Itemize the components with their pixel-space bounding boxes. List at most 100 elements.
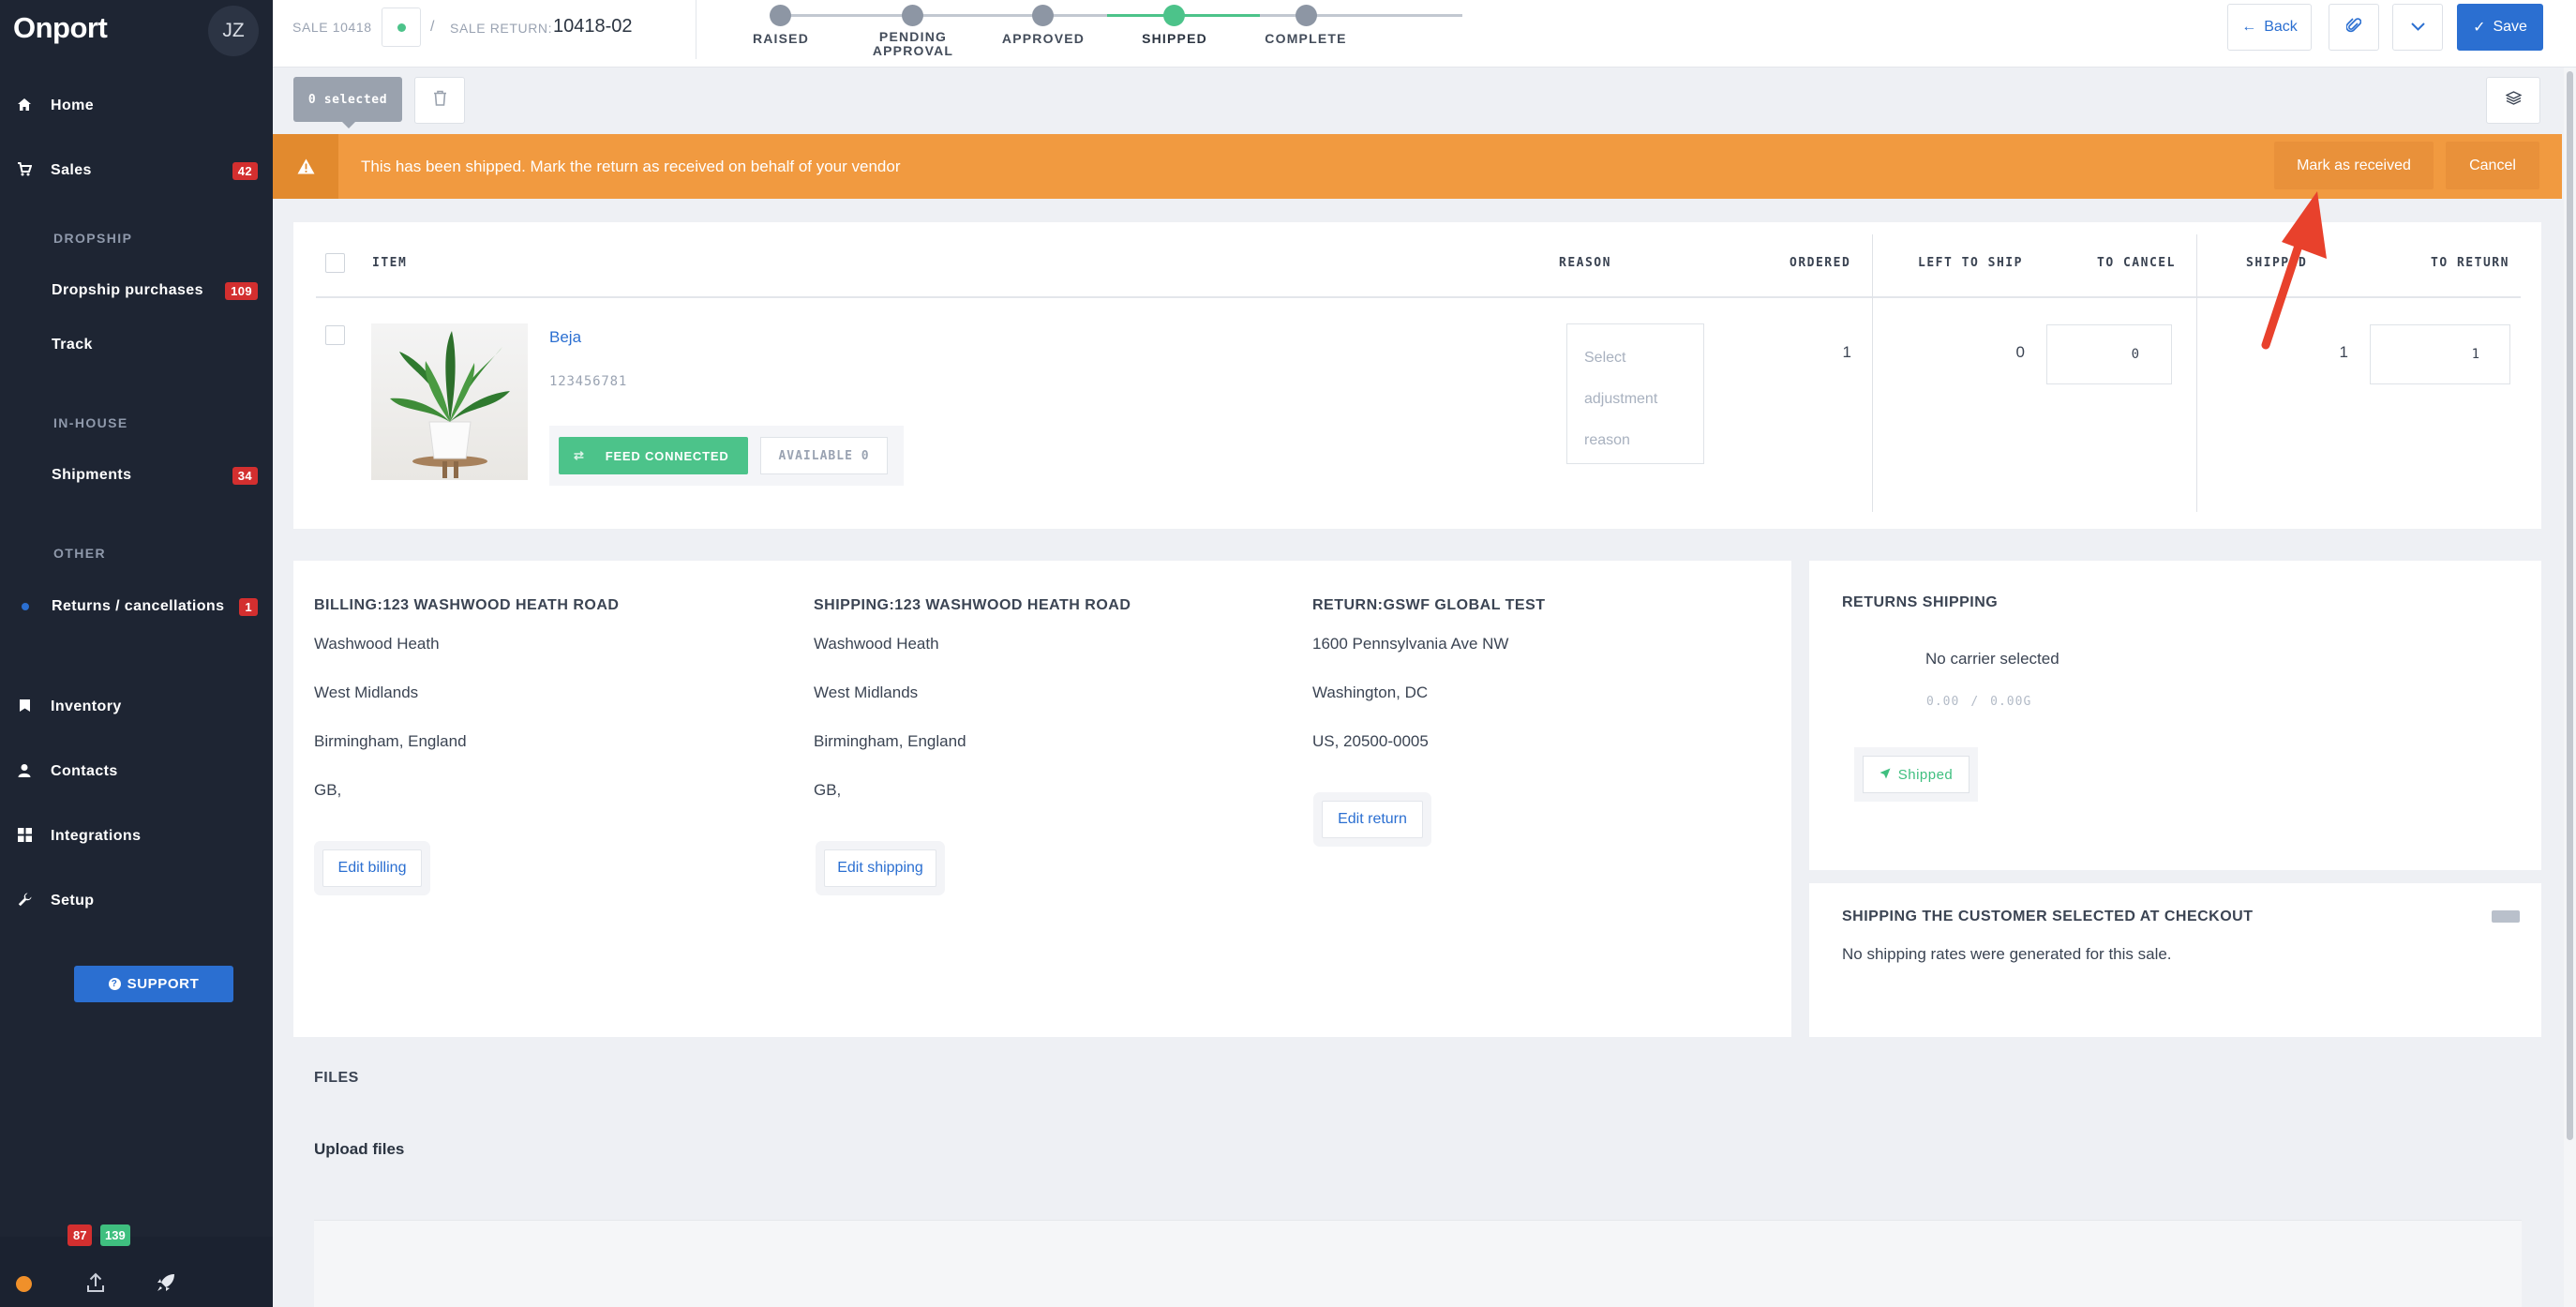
sidebar-item-setup[interactable]: Setup bbox=[0, 879, 273, 924]
cart-icon bbox=[17, 161, 33, 180]
sidebar-item-returns[interactable]: Returns / cancellations 1 bbox=[0, 584, 273, 629]
help-icon: ? bbox=[108, 978, 121, 990]
shipped-status-badge[interactable]: Shipped bbox=[1863, 756, 1969, 793]
to-return-input[interactable]: 1 bbox=[2370, 324, 2510, 384]
dropship-count-badge: 109 bbox=[225, 282, 258, 300]
sidebar-footer: 87 139 bbox=[0, 1224, 273, 1307]
reason-placeholder-line: reason bbox=[1584, 432, 1630, 448]
billing-address-line: West Midlands bbox=[314, 684, 419, 701]
sales-count-badge: 42 bbox=[232, 162, 258, 180]
select-all-checkbox[interactable] bbox=[325, 253, 345, 273]
sidebar-item-contacts[interactable]: Contacts bbox=[0, 749, 273, 794]
col-header-left-to-ship: LEFT TO SHIP bbox=[1918, 256, 2023, 270]
addresses-card bbox=[293, 561, 1791, 1037]
pill-pointer bbox=[342, 122, 355, 128]
col-header-reason: REASON bbox=[1559, 256, 1611, 270]
feed-connected-badge[interactable]: ⇄ FEED CONNECTED bbox=[559, 437, 748, 474]
sidebar-item-sales[interactable]: Sales 42 bbox=[0, 148, 273, 193]
left-to-ship-qty: 0 bbox=[2015, 343, 2025, 361]
step-pending-approval-label: PENDING APPROVAL bbox=[872, 29, 954, 58]
sidebar-item-label: Sales bbox=[51, 162, 92, 178]
sidebar-item-inventory[interactable]: Inventory bbox=[0, 684, 273, 729]
sidebar: Onport JZ Home Sales 42 DROPSHIP Dropshi… bbox=[0, 0, 273, 1307]
sidebar-item-home[interactable]: Home bbox=[0, 83, 273, 128]
home-icon bbox=[17, 98, 32, 115]
notification-badge-red: 87 bbox=[67, 1224, 93, 1246]
sidebar-item-shipments[interactable]: Shipments 34 bbox=[0, 453, 273, 498]
sidebar-item-label: Dropship purchases bbox=[52, 282, 203, 298]
sidebar-item-integrations[interactable]: Integrations bbox=[0, 814, 273, 859]
billing-address-line: Birmingham, England bbox=[314, 732, 467, 750]
save-button[interactable]: ✓ Save bbox=[2457, 4, 2543, 51]
shipped-alert-banner: This has been shipped. Mark the return a… bbox=[273, 134, 2562, 199]
col-header-item: ITEM bbox=[372, 256, 408, 270]
more-dropdown-button[interactable] bbox=[2392, 4, 2443, 51]
sidebar-item-track[interactable]: Track bbox=[0, 323, 273, 368]
sidebar-item-dropship-purchases[interactable]: Dropship purchases 109 bbox=[0, 268, 273, 313]
layers-icon bbox=[2504, 91, 2523, 110]
rocket-icon[interactable] bbox=[156, 1272, 176, 1298]
scrollbar-thumb[interactable] bbox=[2567, 71, 2573, 1140]
sidebar-item-label: Contacts bbox=[51, 763, 118, 779]
sale-status-button[interactable] bbox=[382, 8, 421, 47]
adjustment-reason-select[interactable]: Select adjustment reason bbox=[1566, 323, 1704, 464]
upload-icon[interactable] bbox=[86, 1272, 105, 1298]
shipping-cost-value: 0.00 bbox=[1926, 695, 1960, 709]
breadcrumb-separator: / bbox=[430, 19, 436, 35]
sale-breadcrumb[interactable]: SALE 10418 bbox=[292, 20, 372, 35]
reason-placeholder-line: adjustment bbox=[1584, 391, 1658, 407]
shipped-status-label: Shipped bbox=[1897, 766, 1954, 783]
files-title: FILES bbox=[314, 1070, 359, 1086]
col-header-to-cancel: TO CANCEL bbox=[2097, 256, 2176, 270]
carrier-status: No carrier selected bbox=[1925, 650, 2059, 668]
reason-placeholder-line: Select bbox=[1584, 350, 1626, 366]
shipping-weight-value: 0.00G bbox=[1990, 695, 2032, 709]
returns-shipping-title: RETURNS SHIPPING bbox=[1842, 594, 1999, 610]
shipments-count-badge: 34 bbox=[232, 467, 258, 485]
edit-return-button[interactable]: Edit return bbox=[1322, 801, 1423, 838]
scrollbar[interactable] bbox=[2564, 68, 2576, 1307]
product-name-link[interactable]: Beja bbox=[549, 328, 581, 347]
shipping-address-line: Washwood Heath bbox=[814, 635, 939, 653]
step-raised-dot bbox=[770, 5, 791, 26]
col-header-ordered: ORDERED bbox=[1790, 256, 1851, 270]
wrench-icon bbox=[17, 893, 32, 910]
shipping-address-line: West Midlands bbox=[814, 684, 919, 701]
checkout-shipping-message: No shipping rates were generated for thi… bbox=[1842, 945, 2172, 963]
status-dot-icon[interactable] bbox=[16, 1276, 32, 1292]
arrow-left-icon: ← bbox=[2241, 19, 2257, 35]
step-complete-dot bbox=[1295, 5, 1317, 26]
edit-billing-button[interactable]: Edit billing bbox=[322, 849, 422, 887]
annotation-arrow-icon bbox=[2261, 191, 2327, 350]
mark-as-received-button[interactable]: Mark as received bbox=[2274, 142, 2434, 189]
support-button[interactable]: ? SUPPORT bbox=[74, 966, 233, 1002]
sidebar-item-label: Home bbox=[51, 98, 95, 113]
app-logo[interactable]: Onport bbox=[13, 11, 108, 45]
file-dropzone[interactable] bbox=[314, 1220, 2522, 1307]
trash-icon bbox=[433, 90, 447, 111]
layers-button[interactable] bbox=[2486, 77, 2540, 124]
header-divider bbox=[316, 296, 2521, 298]
product-thumbnail[interactable] bbox=[371, 323, 528, 480]
step-shipped-dot bbox=[1163, 5, 1185, 26]
user-avatar[interactable]: JZ bbox=[208, 6, 259, 56]
nav-heading-dropship: DROPSHIP bbox=[53, 231, 133, 246]
sale-return-label: SALE RETURN: bbox=[450, 21, 553, 36]
checkout-toggle-icon[interactable] bbox=[2492, 910, 2520, 923]
sidebar-item-label: Setup bbox=[51, 893, 95, 909]
attachment-button[interactable] bbox=[2329, 4, 2379, 51]
to-cancel-input[interactable]: 0 bbox=[2046, 324, 2172, 384]
col-header-to-return: TO RETURN bbox=[2431, 256, 2509, 270]
edit-shipping-button[interactable]: Edit shipping bbox=[824, 849, 936, 887]
paper-plane-icon bbox=[1880, 767, 1891, 783]
product-sku: 123456781 bbox=[549, 374, 628, 389]
status-dot-icon bbox=[397, 23, 406, 32]
cancel-button[interactable]: Cancel bbox=[2446, 142, 2539, 189]
delete-selected-button[interactable] bbox=[414, 77, 465, 124]
back-button[interactable]: ← Back bbox=[2227, 4, 2312, 51]
upload-files-link[interactable]: Upload files bbox=[314, 1140, 404, 1159]
notification-badge-green: 139 bbox=[100, 1224, 130, 1246]
support-label: SUPPORT bbox=[127, 976, 200, 992]
row-checkbox[interactable] bbox=[325, 325, 345, 345]
bookmark-icon bbox=[17, 699, 32, 716]
